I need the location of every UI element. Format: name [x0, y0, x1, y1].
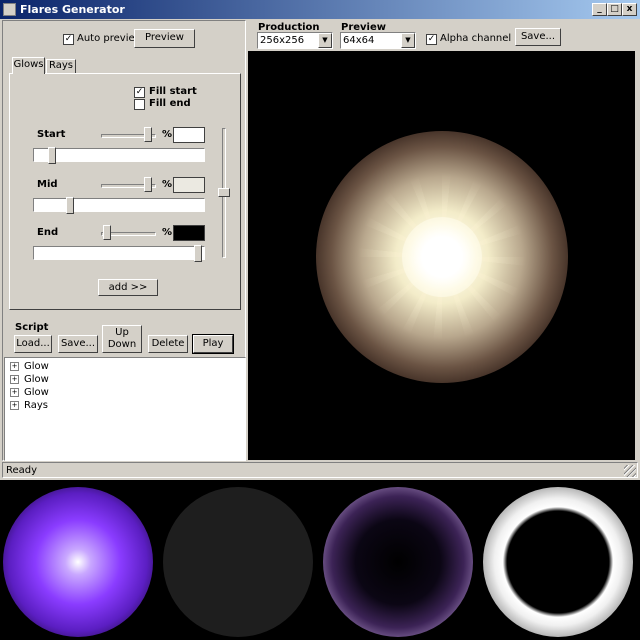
tree-item-glow[interactable]: + Glow [10, 386, 245, 399]
mid-position-slider[interactable] [65, 197, 74, 214]
mid-percent-label: % [162, 179, 173, 190]
end-color-swatch[interactable] [173, 225, 205, 241]
tree-item-label: Glow [24, 374, 49, 385]
script-tree[interactable]: + Glow + Glow + Glow + Rays [4, 357, 246, 461]
start-percent-label: % [162, 129, 173, 140]
start-label: Start [37, 129, 66, 140]
alpha-channel-label: Alpha channel [440, 33, 512, 44]
tab-glows-label: Glows [13, 59, 44, 70]
tree-item-rays[interactable]: + Rays [10, 399, 245, 412]
white-ring-icon [483, 487, 633, 637]
tab-rays-label: Rays [49, 60, 73, 71]
tree-item-label: Glow [24, 361, 49, 372]
status-text: Ready [6, 465, 38, 476]
down-label: Down [107, 339, 137, 350]
save-script-button[interactable]: Save... [58, 335, 98, 353]
script-label: Script [15, 322, 49, 333]
expand-icon[interactable]: + [10, 375, 19, 384]
check-mark-icon: ✓ [427, 34, 436, 44]
close-button[interactable]: x [622, 3, 637, 16]
end-label: End [37, 227, 59, 238]
tab-rays[interactable]: Rays [46, 59, 76, 73]
alpha-channel-checkbox[interactable]: ✓ [426, 34, 437, 45]
title-bar[interactable]: Flares Generator _ □ x [0, 0, 640, 19]
minimize-button[interactable]: _ [592, 3, 607, 16]
tree-item-label: Glow [24, 387, 49, 398]
fill-start-label: Fill start [149, 86, 197, 97]
start-color-swatch[interactable] [173, 127, 205, 143]
glows-tab-panel [9, 73, 241, 310]
start-opacity-slider[interactable] [143, 127, 152, 142]
status-bar: Ready [2, 462, 638, 478]
production-value: 256x256 [260, 35, 305, 46]
start-position-track [33, 148, 205, 162]
purple-ring-icon [323, 487, 473, 637]
load-button[interactable]: Load... [14, 335, 52, 353]
chevron-down-icon[interactable]: ▼ [318, 33, 332, 48]
fill-end-label: Fill end [149, 98, 191, 109]
flare-core [402, 217, 482, 297]
end-percent-label: % [162, 227, 173, 238]
delete-button[interactable]: Delete [148, 335, 188, 353]
save-image-button[interactable]: Save... [515, 28, 561, 46]
mid-color-swatch[interactable] [173, 177, 205, 193]
maximize-button[interactable]: □ [607, 3, 622, 16]
add-button[interactable]: add >> [98, 279, 158, 296]
preview-size-value: 64x64 [343, 35, 375, 46]
purple-glow-icon [3, 487, 153, 637]
chevron-down-icon[interactable]: ▼ [401, 33, 415, 48]
resize-grip-icon[interactable] [624, 465, 636, 477]
expand-icon[interactable]: + [10, 401, 19, 410]
check-mark-icon: ✓ [135, 87, 144, 97]
check-mark-icon: ✓ [64, 34, 73, 44]
app-icon [3, 3, 16, 16]
vertical-slider[interactable] [218, 187, 230, 197]
ring-icon [163, 487, 313, 637]
preview-button[interactable]: Preview [134, 29, 195, 48]
auto-preview-label: Auto preview [77, 33, 143, 44]
mid-label: Mid [37, 179, 58, 190]
expand-icon[interactable]: + [10, 388, 19, 397]
up-down-button[interactable]: Up Down [102, 325, 142, 353]
up-label: Up [115, 327, 129, 338]
start-position-slider[interactable] [47, 147, 56, 164]
tree-item-glow[interactable]: + Glow [10, 360, 245, 373]
production-select[interactable]: 256x256 ▼ [257, 32, 333, 49]
end-position-track [33, 246, 205, 260]
mid-position-track [33, 198, 205, 212]
flare-preview-canvas[interactable] [248, 51, 635, 460]
end-position-slider[interactable] [193, 245, 202, 262]
fill-end-checkbox[interactable] [134, 99, 145, 110]
window-title: Flares Generator [20, 3, 125, 16]
tree-item-label: Rays [24, 400, 48, 411]
expand-icon[interactable]: + [10, 362, 19, 371]
tab-glows[interactable]: Glows [12, 57, 45, 74]
play-button[interactable]: Play [192, 334, 234, 354]
auto-preview-checkbox[interactable]: ✓ [63, 34, 74, 45]
preview-size-select[interactable]: 64x64 ▼ [340, 32, 416, 49]
end-opacity-slider[interactable] [103, 225, 112, 240]
tree-item-glow[interactable]: + Glow [10, 373, 245, 386]
mid-opacity-slider[interactable] [143, 177, 152, 192]
fill-start-checkbox[interactable]: ✓ [134, 87, 145, 98]
